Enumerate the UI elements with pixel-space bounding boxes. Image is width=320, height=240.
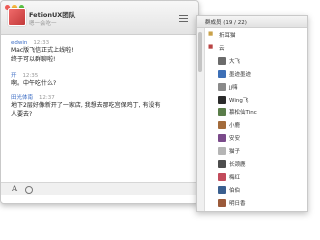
list-menu-icon[interactable]: [179, 15, 188, 22]
member-avatar: [218, 56, 226, 65]
member-group-label: 云: [219, 45, 225, 52]
member-panel-header: 群成员 (19 / 22): [197, 16, 307, 28]
message-text: Mac版飞信正式上线啦!: [11, 47, 74, 54]
member-item[interactable]: jj嗨: [206, 82, 307, 92]
member-name: 明日香: [229, 200, 246, 207]
member-name: 长颈鹿: [229, 162, 246, 168]
member-avatar: [218, 198, 226, 207]
member-item[interactable]: 明日香: [206, 198, 307, 208]
member-group-row[interactable]: ■ 云: [206, 43, 307, 53]
scrollbar-thumb[interactable]: [198, 32, 202, 72]
message-list: edwin 12:33 Mac版飞信正式上线啦! 终于可以群聊啦! 开 12:3…: [1, 35, 198, 182]
member-group-label: 折耳猫: [219, 33, 236, 39]
font-icon[interactable]: A: [12, 185, 17, 193]
message-text: 啊。中午吃什么?: [11, 80, 57, 87]
member-name: 梅红: [229, 174, 241, 181]
member-name: 安安: [229, 136, 241, 143]
group-status: 嗯一会吃一: [29, 21, 57, 27]
member-group-row[interactable]: ■ 折耳猫: [206, 30, 307, 40]
member-avatar: [218, 121, 226, 130]
group-avatar[interactable]: [8, 8, 26, 26]
member-name: 墨迹墨迹: [229, 71, 252, 78]
message-item: 田光体南 12:37 地下2层好像新开了一家店, 我想去那吃宫保鸡丁, 有没有 …: [11, 93, 190, 119]
member-name: Wing飞: [229, 97, 249, 104]
member-name: 伯伯: [229, 187, 241, 194]
member-item[interactable]: 墨迹墨迹: [206, 69, 307, 79]
member-name: 猫子: [229, 149, 241, 156]
member-name: 大飞: [229, 58, 241, 65]
member-avatar: [218, 95, 226, 104]
member-item[interactable]: 猫子: [206, 146, 307, 156]
message-text: 地下2层好像新开了一家店, 我想去那吃宫保鸡丁, 有没有: [11, 102, 161, 109]
member-item[interactable]: 大飞: [206, 56, 307, 66]
scrollbar[interactable]: [197, 28, 205, 211]
group-folder-icon: ■: [208, 43, 214, 50]
member-name: 慕松仙Tinc: [229, 110, 257, 117]
emoji-icon[interactable]: [25, 186, 33, 194]
chat-window: FetionUX团队 嗯一会吃一 edwin 12:33 Mac版飞信正式上线啦…: [0, 0, 199, 204]
group-flag-icon: ■: [208, 31, 214, 37]
member-avatar: [218, 172, 226, 181]
member-item[interactable]: 梅红: [206, 172, 307, 182]
member-name: jj嗨: [229, 84, 238, 91]
message-input[interactable]: [1, 195, 198, 203]
member-count-title: 群成员 (19 / 22): [205, 20, 247, 26]
input-toolbar: A: [1, 182, 198, 195]
member-avatar: [218, 185, 226, 194]
member-item[interactable]: 长颈鹿: [206, 159, 307, 169]
member-item[interactable]: 小鹿: [206, 120, 307, 130]
message-text: 终于可以群聊啦!: [11, 56, 56, 63]
message-item: edwin 12:33 Mac版飞信正式上线啦! 终于可以群聊啦!: [11, 39, 190, 64]
message-item: 开 12:35 啊。中午吃什么?: [11, 71, 190, 88]
chat-header: FetionUX团队 嗯一会吃一: [1, 1, 198, 35]
member-avatar: [218, 134, 226, 143]
member-avatar: [218, 160, 226, 168]
member-item[interactable]: 伯伯: [206, 185, 307, 195]
member-item[interactable]: Wing飞: [206, 95, 307, 105]
member-avatar: [218, 69, 226, 78]
member-avatar: [218, 108, 226, 117]
member-panel: 群成员 (19 / 22) ■ 折耳猫 ■ 云大飞 墨迹墨迹 jj嗨 Wing飞 慕松仙Tin…: [196, 15, 308, 212]
group-name: FetionUX团队: [29, 11, 76, 19]
member-item[interactable]: 慕松仙Tinc: [206, 107, 307, 117]
message-text: 人要去?: [11, 111, 33, 118]
member-name: 小鹿: [229, 123, 241, 130]
member-avatar: [218, 147, 226, 156]
member-item[interactable]: 安安: [206, 133, 307, 143]
member-avatar: [218, 82, 226, 91]
